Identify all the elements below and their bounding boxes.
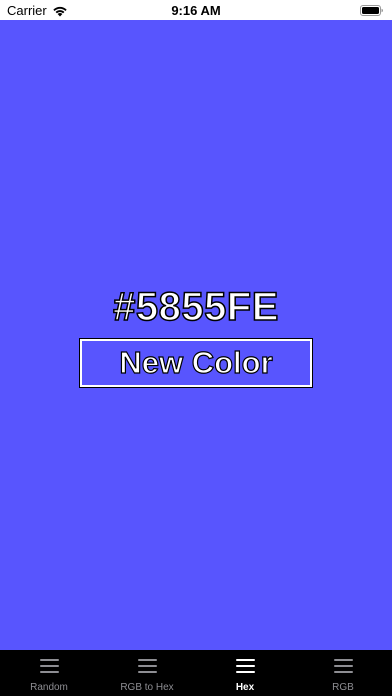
tab-label: Hex — [235, 682, 255, 693]
hamburger-icon — [333, 659, 353, 673]
battery-icon — [360, 5, 383, 16]
tab-label: RGB to Hex — [120, 682, 174, 693]
new-color-button[interactable]: New Color — [79, 338, 313, 388]
hamburger-icon — [235, 659, 255, 673]
tab-hex[interactable]: Hex — [196, 650, 294, 696]
hamburger-icon — [137, 659, 157, 673]
tab-label: Random — [30, 682, 68, 693]
color-preview-area: #5855FE New Color — [0, 20, 392, 650]
tab-rgb[interactable]: RGB — [294, 650, 392, 696]
tab-random[interactable]: Random — [0, 650, 98, 696]
status-time: 9:16 AM — [171, 3, 221, 18]
tab-bar: Random RGB to Hex Hex RGB — [0, 650, 392, 696]
tab-rgb-to-hex[interactable]: RGB to Hex — [98, 650, 196, 696]
tab-label: RGB — [332, 682, 354, 693]
app-screen: Carrier 9:16 AM #5855FE New Color Random — [0, 0, 392, 696]
status-bar: Carrier 9:16 AM — [0, 0, 392, 20]
hex-value-label: #5855FE — [112, 284, 279, 330]
hamburger-icon — [39, 659, 59, 673]
